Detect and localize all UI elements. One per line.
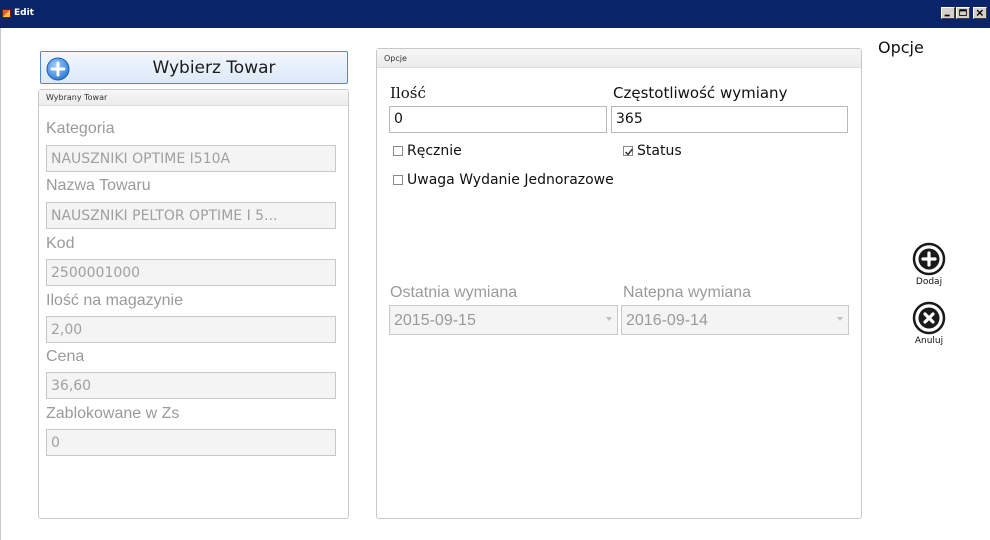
- quantity-label: Ilość: [390, 84, 426, 102]
- app-icon: [2, 9, 11, 18]
- frequency-input[interactable]: 365: [611, 106, 848, 133]
- blocked-field[interactable]: 0: [46, 429, 336, 456]
- close-icon: [976, 9, 983, 16]
- quantity-input[interactable]: 0: [389, 106, 607, 133]
- status-checkbox-box[interactable]: [623, 146, 634, 156]
- maximize-icon: [959, 9, 967, 16]
- last-change-label: Ostatnia wymiana: [390, 284, 518, 301]
- maximize-button[interactable]: [956, 7, 970, 19]
- code-label: Kod: [46, 235, 75, 252]
- one-time-issue-checkbox-label: Uwaga Wydanie Jednorazowe: [407, 172, 614, 188]
- title-bar: Edit: [0, 0, 990, 28]
- close-circle-icon: [912, 301, 946, 335]
- cancel-button-label: Anuluj: [914, 336, 944, 346]
- product-name-field[interactable]: NAUSZNIKI PELTOR OPTIME I 5...: [46, 202, 336, 229]
- price-field[interactable]: 36,60: [46, 372, 336, 399]
- stock-quantity-label: Ilość na magazynie: [46, 292, 183, 309]
- manual-checkbox-box[interactable]: [393, 146, 403, 156]
- one-time-issue-checkbox-box[interactable]: [393, 175, 403, 185]
- stock-quantity-field[interactable]: 2,00: [46, 316, 336, 343]
- blocked-label: Zablokowane w Zs: [46, 405, 180, 422]
- manual-checkbox[interactable]: Ręcznie: [393, 143, 462, 159]
- minimize-button[interactable]: [941, 7, 955, 19]
- frequency-label: Częstotliwość wymiany: [613, 84, 788, 102]
- window-controls: [940, 7, 987, 19]
- cancel-button[interactable]: Anuluj: [899, 301, 959, 346]
- minimize-icon: [944, 14, 950, 17]
- status-checkbox-label: Status: [637, 143, 682, 159]
- chevron-down-icon[interactable]: [606, 317, 612, 321]
- last-change-value: 2015-09-15: [394, 312, 476, 329]
- actions-title: Opcje: [878, 38, 924, 57]
- one-time-issue-checkbox[interactable]: Uwaga Wydanie Jednorazowe: [393, 172, 614, 188]
- chevron-down-icon[interactable]: [837, 317, 843, 321]
- code-field[interactable]: 2500001000: [46, 259, 336, 286]
- selected-product-group-title: Wybrany Towar: [39, 90, 348, 106]
- select-product-label: Wybierz Towar: [152, 58, 276, 78]
- add-button-label: Dodaj: [915, 277, 943, 287]
- price-label: Cena: [46, 348, 85, 365]
- next-change-date-picker[interactable]: 2016-09-14: [621, 305, 849, 335]
- checkmark-icon: [624, 148, 634, 156]
- category-field[interactable]: NAUSZNIKI OPTIME I510A: [46, 145, 336, 172]
- select-product-button[interactable]: Wybierz Towar: [40, 51, 348, 84]
- add-button[interactable]: Dodaj: [899, 242, 959, 287]
- options-group-title: Opcje: [377, 49, 861, 68]
- next-change-label: Natepna wymiana: [623, 284, 752, 301]
- window-title: Edit: [14, 8, 34, 18]
- plus-circle-icon: [912, 242, 946, 276]
- product-name-label: Nazwa Towaru: [46, 177, 151, 194]
- category-label: Kategoria: [46, 120, 115, 137]
- status-checkbox[interactable]: Status: [623, 143, 682, 159]
- close-button[interactable]: [973, 7, 987, 19]
- last-change-date-picker[interactable]: 2015-09-15: [389, 305, 618, 335]
- next-change-value: 2016-09-14: [626, 312, 708, 329]
- manual-checkbox-label: Ręcznie: [407, 143, 462, 159]
